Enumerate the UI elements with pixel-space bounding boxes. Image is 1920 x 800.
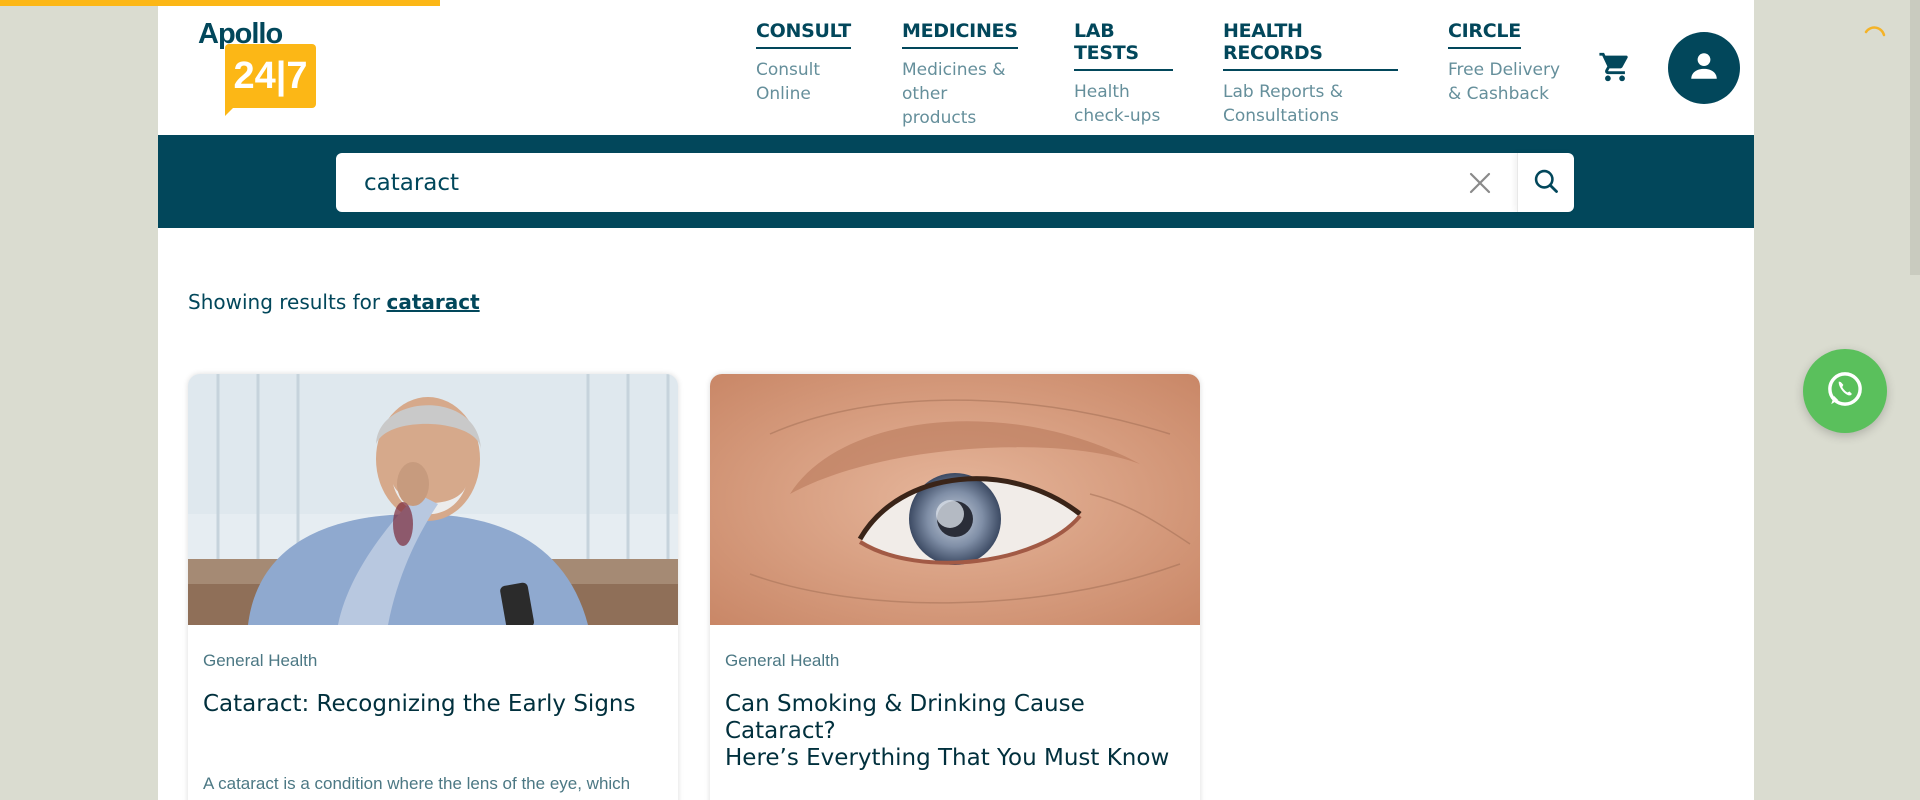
nav-subtitle: Consult Online bbox=[756, 60, 821, 104]
search-box bbox=[336, 153, 1574, 212]
nav-title: CONSULT bbox=[756, 20, 851, 49]
search-icon bbox=[1532, 167, 1560, 199]
article-description: A cataract is a condition where the lens… bbox=[203, 774, 631, 793]
search-input[interactable] bbox=[336, 153, 1465, 212]
nav-title: HEALTH RECORDS bbox=[1223, 20, 1398, 71]
close-icon[interactable] bbox=[1465, 168, 1495, 198]
apollo-logo[interactable]: Apollo 24|7 bbox=[198, 18, 328, 118]
nav-subtitle: Free Delivery & Cashback bbox=[1448, 60, 1561, 104]
logo-tail bbox=[225, 104, 237, 116]
nav-title: MEDICINES bbox=[902, 20, 1018, 49]
user-avatar-button[interactable] bbox=[1668, 32, 1740, 104]
results-term-link[interactable]: cataract bbox=[386, 290, 479, 314]
article-image bbox=[710, 374, 1200, 625]
logo-number-box: 24|7 bbox=[225, 44, 316, 108]
main-nav: CONSULT Consult Online MEDICINES Medicine… bbox=[756, 20, 1563, 130]
nav-item-medicines[interactable]: MEDICINES Medicines & other products bbox=[902, 20, 1024, 130]
site-header: Apollo 24|7 CONSULT Consult Online MEDICI… bbox=[158, 0, 1754, 135]
user-icon bbox=[1687, 49, 1721, 87]
nav-title: CIRCLE bbox=[1448, 20, 1521, 49]
nav-subtitle: Medicines & other products bbox=[902, 60, 1006, 128]
article-body: General Health Cataract: Recognizing the… bbox=[188, 625, 678, 718]
article-list: General Health Cataract: Recognizing the… bbox=[188, 374, 1232, 800]
article-title: Cataract: Recognizing the Early Signs bbox=[203, 691, 636, 717]
results-prefix: Showing results for bbox=[188, 290, 387, 314]
loading-progress-bar bbox=[0, 0, 440, 6]
nav-item-lab-tests[interactable]: LAB TESTS Health check-ups bbox=[1074, 20, 1173, 130]
nav-item-circle[interactable]: CIRCLE Free Delivery & Cashback bbox=[1448, 20, 1563, 130]
article-category: General Health bbox=[203, 651, 318, 670]
article-title: Can Smoking & Drinking Cause Cataract? H… bbox=[725, 691, 1170, 771]
whatsapp-icon bbox=[1823, 367, 1867, 415]
page-container: Apollo 24|7 CONSULT Consult Online MEDICI… bbox=[158, 0, 1754, 800]
cart-icon[interactable] bbox=[1598, 50, 1632, 84]
article-body: General Health Can Smoking & Drinking Ca… bbox=[710, 625, 1200, 772]
article-image bbox=[188, 374, 678, 625]
search-button[interactable] bbox=[1517, 153, 1574, 212]
nav-item-consult[interactable]: CONSULT Consult Online bbox=[756, 20, 852, 130]
whatsapp-button[interactable] bbox=[1803, 349, 1887, 433]
search-band bbox=[158, 135, 1754, 228]
nav-subtitle: Health check-ups bbox=[1074, 82, 1161, 126]
nav-title: LAB TESTS bbox=[1074, 20, 1173, 71]
article-category: General Health bbox=[725, 651, 840, 670]
nav-item-health-records[interactable]: HEALTH RECORDS Lab Reports & Consultation… bbox=[1223, 20, 1398, 130]
spinner-icon bbox=[1862, 22, 1888, 48]
scrollbar-thumb[interactable] bbox=[1910, 0, 1920, 275]
article-card[interactable]: General Health Cataract: Recognizing the… bbox=[188, 374, 678, 800]
results-summary: Showing results for cataract bbox=[188, 290, 480, 314]
scrollbar[interactable] bbox=[1910, 0, 1920, 800]
nav-subtitle: Lab Reports & Consultations bbox=[1223, 82, 1343, 126]
article-card[interactable]: General Health Can Smoking & Drinking Ca… bbox=[710, 374, 1200, 800]
